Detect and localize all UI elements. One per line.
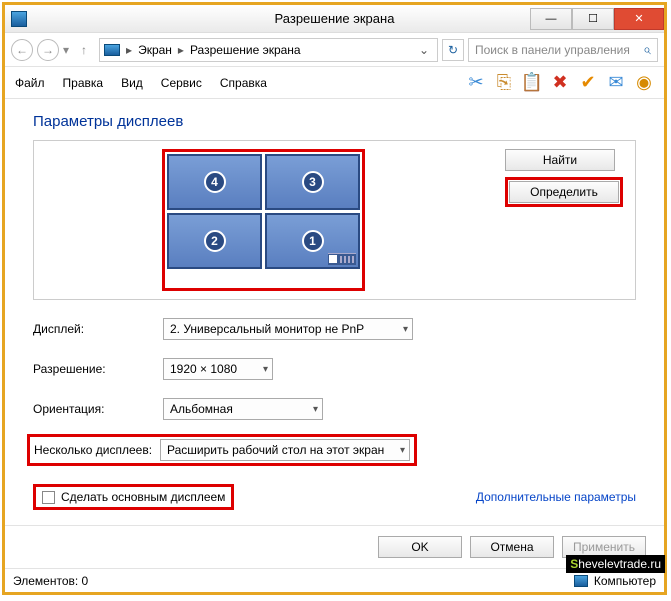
up-button[interactable]: ↑ bbox=[73, 39, 95, 61]
refresh-button[interactable]: ↻ bbox=[442, 39, 464, 61]
mail-icon[interactable]: ✉ bbox=[606, 73, 626, 93]
monitor-1[interactable]: 1 bbox=[265, 213, 360, 269]
paste-icon[interactable]: 📋 bbox=[522, 73, 542, 93]
breadcrumb[interactable]: ▸ Экран ▸ Разрешение экрана ⌄ bbox=[99, 38, 438, 62]
multi-value: Расширить рабочий стол на этот экран bbox=[167, 443, 384, 457]
monitor-arrangement-box: 4 3 2 1 Найти Определить bbox=[33, 140, 636, 300]
orientation-label: Ориентация: bbox=[33, 402, 163, 416]
resolution-value: 1920 × 1080 bbox=[170, 362, 237, 376]
identify-button[interactable]: Определить bbox=[509, 181, 619, 203]
check-icon[interactable]: ✔ bbox=[578, 73, 598, 93]
orientation-value: Альбомная bbox=[170, 402, 233, 416]
computer-icon bbox=[574, 575, 588, 587]
resolution-select[interactable]: 1920 × 1080 bbox=[163, 358, 273, 380]
identify-highlight: Определить bbox=[505, 177, 623, 207]
orientation-select[interactable]: Альбомная bbox=[163, 398, 323, 420]
multi-select[interactable]: Расширить рабочий стол на этот экран bbox=[160, 439, 410, 461]
statusbar: Элементов: 0 Компьютер bbox=[5, 568, 664, 592]
menu-file[interactable]: Файл bbox=[15, 76, 45, 90]
status-computer: Компьютер bbox=[594, 574, 656, 588]
taskbar-icon bbox=[328, 253, 356, 265]
delete-icon[interactable]: ✖ bbox=[550, 73, 570, 93]
multi-label: Несколько дисплеев: bbox=[34, 443, 160, 457]
menubar: Файл Правка Вид Сервис Справка ✂ ⎘ 📋 ✖ ✔… bbox=[5, 67, 664, 99]
shell-icon[interactable]: ◉ bbox=[634, 73, 654, 93]
display-value: 2. Универсальный монитор не PnP bbox=[170, 322, 364, 336]
cancel-button[interactable]: Отмена bbox=[470, 536, 554, 558]
monitor-number: 4 bbox=[204, 171, 226, 193]
monitor-icon bbox=[104, 44, 120, 56]
monitor-grid-highlight: 4 3 2 1 bbox=[162, 149, 365, 291]
advanced-link[interactable]: Дополнительные параметры bbox=[476, 490, 636, 504]
breadcrumb-item[interactable]: Экран bbox=[138, 43, 172, 57]
primary-checkbox-highlight: Сделать основным дисплеем bbox=[33, 484, 234, 510]
monitor-3[interactable]: 3 bbox=[265, 154, 360, 210]
status-elements: Элементов: 0 bbox=[13, 574, 88, 588]
recent-dropdown-icon[interactable]: ▾ bbox=[63, 43, 69, 57]
chevron-right-icon: ▸ bbox=[126, 43, 132, 57]
search-input[interactable]: Поиск в панели управления bbox=[468, 38, 658, 62]
content: Параметры дисплеев 4 3 2 1 Найти Определ… bbox=[5, 99, 664, 525]
primary-checkbox-label: Сделать основным дисплеем bbox=[61, 490, 225, 504]
scissors-icon[interactable]: ✂ bbox=[466, 73, 486, 93]
back-button[interactable]: ← bbox=[11, 39, 33, 61]
forward-button[interactable]: → bbox=[37, 39, 59, 61]
menu-help[interactable]: Справка bbox=[220, 76, 267, 90]
watermark: Shevelevtrade.ru bbox=[566, 555, 665, 573]
resolution-label: Разрешение: bbox=[33, 362, 163, 376]
breadcrumb-dropdown-icon[interactable]: ⌄ bbox=[415, 43, 433, 57]
monitor-number: 1 bbox=[302, 230, 324, 252]
menu-view[interactable]: Вид bbox=[121, 76, 143, 90]
titlebar: Разрешение экрана — ☐ ✕ bbox=[5, 5, 664, 33]
button-bar: OK Отмена Применить bbox=[5, 525, 664, 568]
breadcrumb-item[interactable]: Разрешение экрана bbox=[190, 43, 301, 57]
monitor-grid[interactable]: 4 3 2 1 bbox=[167, 154, 360, 269]
monitor-2[interactable]: 2 bbox=[167, 213, 262, 269]
search-placeholder: Поиск в панели управления bbox=[475, 43, 630, 57]
multi-display-highlight: Несколько дисплеев: Расширить рабочий ст… bbox=[27, 434, 417, 466]
find-button[interactable]: Найти bbox=[505, 149, 615, 171]
monitor-number: 2 bbox=[204, 230, 226, 252]
copy-icon[interactable]: ⎘ bbox=[494, 73, 514, 93]
display-select[interactable]: 2. Универсальный монитор не PnP bbox=[163, 318, 413, 340]
chevron-right-icon: ▸ bbox=[178, 43, 184, 57]
window-title: Разрешение экрана bbox=[5, 11, 664, 26]
section-title: Параметры дисплеев bbox=[33, 113, 636, 130]
monitor-number: 3 bbox=[302, 171, 324, 193]
navbar: ← → ▾ ↑ ▸ Экран ▸ Разрешение экрана ⌄ ↻ … bbox=[5, 33, 664, 67]
menu-edit[interactable]: Правка bbox=[63, 76, 104, 90]
primary-checkbox[interactable] bbox=[42, 491, 55, 504]
display-label: Дисплей: bbox=[33, 322, 163, 336]
menu-service[interactable]: Сервис bbox=[161, 76, 202, 90]
ok-button[interactable]: OK bbox=[378, 536, 462, 558]
monitor-4[interactable]: 4 bbox=[167, 154, 262, 210]
